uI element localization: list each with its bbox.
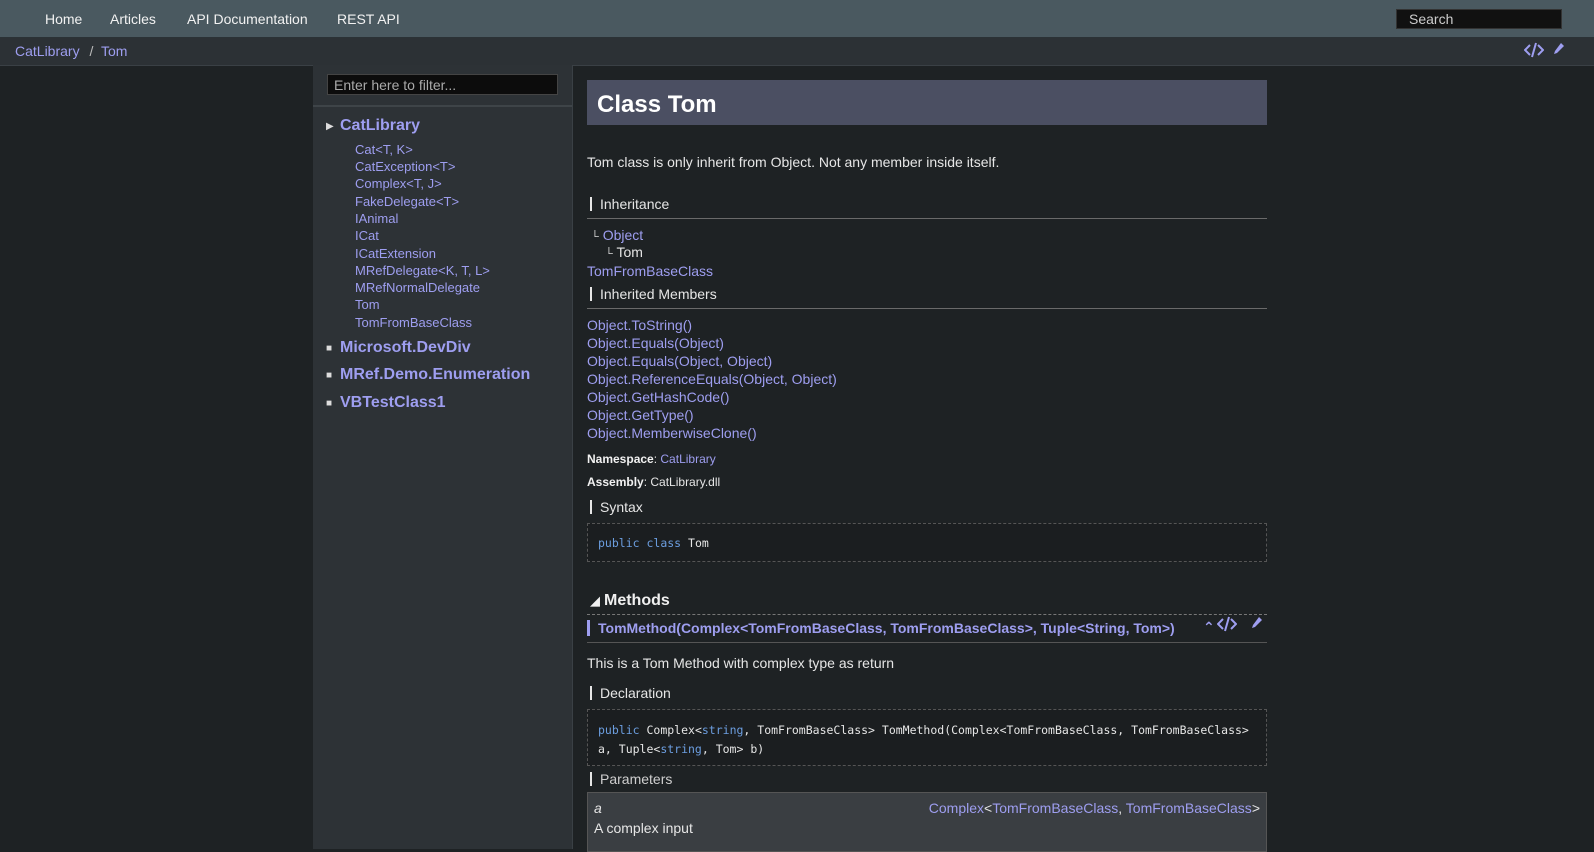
toc-namespace-vbtestclass1[interactable]: ■ VBTestClass1 bbox=[326, 394, 446, 412]
member-link[interactable]: Object.Equals(Object, Object) bbox=[587, 353, 772, 369]
derived-class-link[interactable]: TomFromBaseClass bbox=[587, 263, 713, 279]
declaration-code-block: public Complex<string, TomFromBaseClass>… bbox=[587, 709, 1267, 766]
edit-icon[interactable] bbox=[1553, 42, 1565, 59]
method-title-link[interactable]: TomMethod(Complex<TomFromBaseClass, TomF… bbox=[598, 620, 1175, 636]
view-source-icon[interactable] bbox=[1523, 42, 1545, 61]
param-description: A complex input bbox=[594, 820, 693, 836]
toc-namespace-mref-demo-enumeration[interactable]: ■ MRef.Demo.Enumeration bbox=[326, 366, 530, 384]
toc-namespace-microsoft-devdiv[interactable]: ■ Microsoft.DevDiv bbox=[326, 339, 471, 357]
toc-item-cat[interactable]: Cat<T, K> bbox=[355, 142, 413, 157]
parameters-heading: Parameters bbox=[587, 771, 672, 787]
top-navbar: Home Articles API Documentation REST API bbox=[0, 0, 1594, 38]
declaration-heading: Declaration bbox=[587, 685, 671, 701]
nav-api-documentation[interactable]: API Documentation bbox=[187, 11, 308, 27]
breadcrumb: CatLibrary / Tom bbox=[15, 43, 127, 59]
square-bullet-icon: ■ bbox=[326, 342, 333, 354]
toc-namespace-label: MRef.Demo.Enumeration bbox=[340, 366, 531, 383]
page-title-box: Class Tom bbox=[587, 80, 1267, 125]
toc-item-complex[interactable]: Complex<T, J> bbox=[355, 176, 442, 191]
collapse-icon[interactable]: ◢ bbox=[590, 593, 600, 608]
member-link[interactable]: Object.GetType() bbox=[587, 407, 694, 423]
parameters-table: a Complex<TomFromBaseClass, TomFromBaseC… bbox=[587, 792, 1267, 852]
toc-item-ianimal[interactable]: IAnimal bbox=[355, 211, 398, 226]
search-input[interactable] bbox=[1396, 9, 1562, 29]
caret-up-icon[interactable]: ⌃ bbox=[1203, 619, 1215, 636]
triangle-right-icon: ▶ bbox=[326, 120, 334, 132]
param-name: a bbox=[594, 800, 602, 816]
member-link[interactable]: Object.GetHashCode() bbox=[587, 389, 729, 405]
square-bullet-icon: ■ bbox=[326, 369, 333, 381]
view-source-icon[interactable] bbox=[1216, 616, 1238, 635]
method-title: TomMethod(Complex<TomFromBaseClass, TomF… bbox=[587, 616, 1267, 643]
square-bullet-icon: ■ bbox=[326, 397, 333, 409]
nav-home[interactable]: Home bbox=[45, 11, 82, 27]
param-type-link[interactable]: TomFromBaseClass bbox=[1126, 800, 1252, 816]
namespace-info: Namespace: CatLibrary bbox=[587, 452, 716, 466]
member-link[interactable]: Object.ReferenceEquals(Object, Object) bbox=[587, 371, 837, 387]
syntax-heading: Syntax bbox=[587, 499, 643, 515]
method-summary: This is a Tom Method with complex type a… bbox=[587, 655, 895, 671]
assembly-info: Assembly: CatLibrary.dll bbox=[587, 475, 721, 489]
toc-item-fakedelegate[interactable]: FakeDelegate<T> bbox=[355, 194, 459, 209]
breadcrumb-catlibrary[interactable]: CatLibrary bbox=[15, 43, 80, 59]
toc-item-icat[interactable]: ICat bbox=[355, 228, 379, 243]
toc-item-tom[interactable]: Tom bbox=[355, 297, 380, 312]
breadcrumb-separator: / bbox=[89, 43, 94, 59]
toc-filter-area bbox=[313, 65, 572, 107]
toc-namespace-label: Microsoft.DevDiv bbox=[340, 339, 471, 356]
nav-articles[interactable]: Articles bbox=[110, 11, 156, 27]
member-link[interactable]: Object.Equals(Object) bbox=[587, 335, 724, 351]
breadcrumb-tom[interactable]: Tom bbox=[101, 43, 127, 59]
member-link[interactable]: Object.MemberwiseClone() bbox=[587, 425, 757, 441]
inherited-members-heading: Inherited Members bbox=[587, 286, 1267, 309]
breadcrumb-bar: CatLibrary / Tom bbox=[0, 38, 1594, 66]
toc-filter-input[interactable] bbox=[327, 74, 558, 95]
toc-sidebar: ▶ CatLibrary Cat<T, K> CatException<T> Co… bbox=[313, 65, 573, 849]
page-title: Class Tom bbox=[597, 91, 717, 118]
member-link[interactable]: Object.ToString() bbox=[587, 317, 692, 333]
param-type: Complex<TomFromBaseClass, TomFromBaseCla… bbox=[928, 800, 1260, 816]
inheritance-tom: └ Tom bbox=[605, 244, 643, 260]
param-type-link[interactable]: Complex bbox=[929, 800, 984, 816]
edit-icon[interactable] bbox=[1251, 616, 1263, 633]
toc-item-mrefdelegate[interactable]: MRefDelegate<K, T, L> bbox=[355, 263, 490, 278]
toc-item-tomfrombaseclass[interactable]: TomFromBaseClass bbox=[355, 315, 472, 330]
toc-item-mrefnormaldelegate[interactable]: MRefNormalDelegate bbox=[355, 280, 480, 295]
toc-namespace-label: CatLibrary bbox=[340, 117, 421, 134]
inheritance-object[interactable]: └ Object bbox=[591, 227, 643, 243]
syntax-code-block: public class Tom bbox=[587, 523, 1267, 562]
class-summary: Tom class is only inherit from Object. N… bbox=[587, 154, 1000, 170]
methods-heading: ◢ Methods bbox=[587, 592, 1267, 615]
param-type-link[interactable]: TomFromBaseClass bbox=[992, 800, 1118, 816]
namespace-link[interactable]: CatLibrary bbox=[660, 452, 715, 466]
toc-item-icatextension[interactable]: ICatExtension bbox=[355, 246, 436, 261]
inheritance-heading: Inheritance bbox=[587, 196, 1267, 219]
nav-rest-api[interactable]: REST API bbox=[337, 11, 400, 27]
toc-namespace-label: VBTestClass1 bbox=[340, 394, 446, 411]
toc-item-catexception[interactable]: CatException<T> bbox=[355, 159, 455, 174]
toc-namespace-catlibrary[interactable]: ▶ CatLibrary bbox=[326, 117, 420, 135]
